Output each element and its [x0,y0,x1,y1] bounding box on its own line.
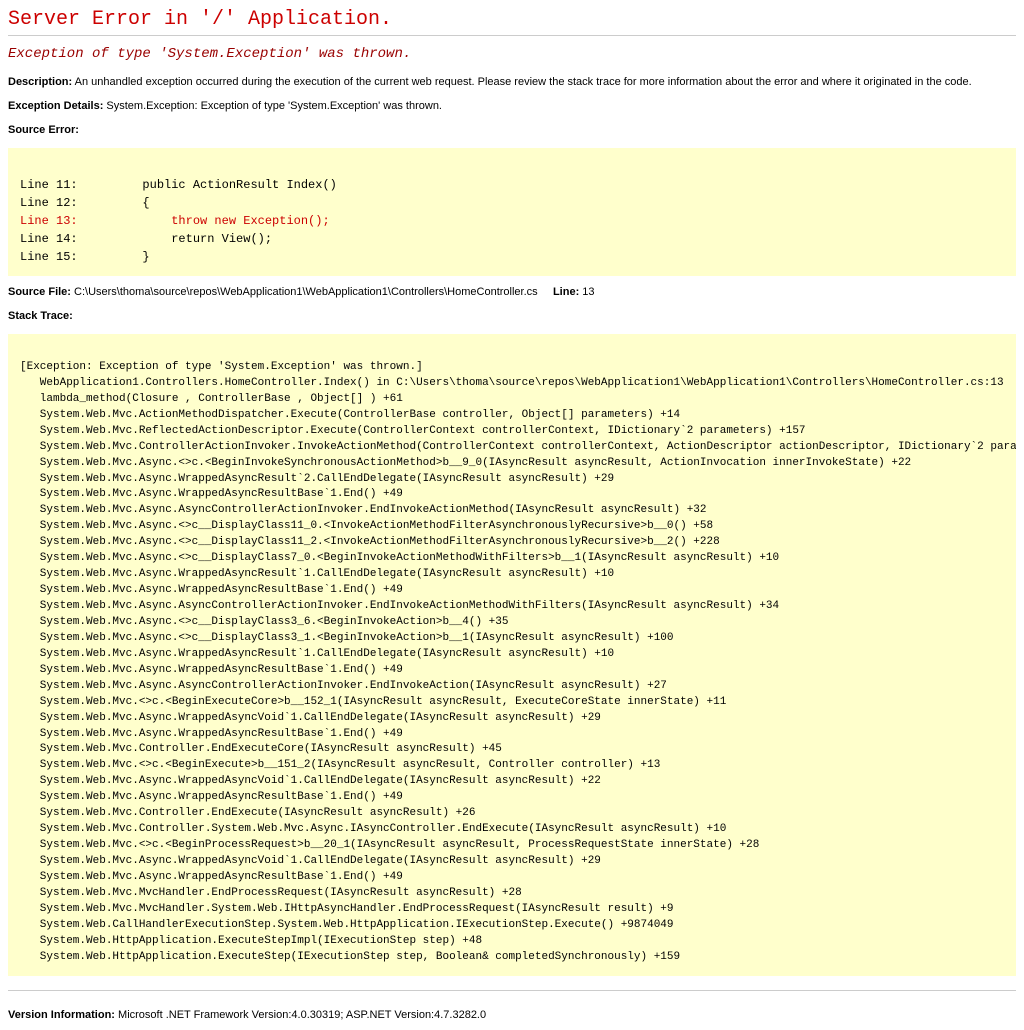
source-file-line: Source File: C:\Users\thoma\source\repos… [8,286,1016,298]
exception-details-section: Exception Details: System.Exception: Exc… [8,100,1016,112]
source-error-code: Line 11: public ActionResult Index() Lin… [8,148,1016,276]
version-info: Version Information: Microsoft .NET Fram… [8,1009,1016,1021]
stack-trace-code: [Exception: Exception of type 'System.Ex… [8,334,1016,976]
exception-details-text: System.Exception: Exception of type 'Sys… [103,100,442,112]
source-post-lines: Line 14: return View(); Line 15: } [20,232,272,264]
source-error-section: Source Error: [8,124,1016,136]
source-error-line: Line 13: throw new Exception(); [20,214,330,228]
footer-divider [8,990,1016,991]
page-title: Server Error in '/' Application. [8,8,1016,31]
description-label: Description: [8,76,72,88]
source-file-label: Source File: [8,286,71,298]
description-section: Description: An unhandled exception occu… [8,76,1016,88]
version-info-text: Microsoft .NET Framework Version:4.0.303… [115,1009,486,1021]
header-divider [8,35,1016,36]
stack-trace-section: Stack Trace: [8,310,1016,322]
version-info-label: Version Information: [8,1009,115,1021]
line-label: Line: [553,286,579,298]
stack-trace-label: Stack Trace: [8,310,73,322]
source-pre-lines: Line 11: public ActionResult Index() Lin… [20,178,337,210]
exception-details-label: Exception Details: [8,100,103,112]
line-number: 13 [579,286,594,298]
source-file-path: C:\Users\thoma\source\repos\WebApplicati… [71,286,538,298]
description-text: An unhandled exception occurred during t… [72,76,971,88]
source-error-label: Source Error: [8,124,79,136]
exception-message: Exception of type 'System.Exception' was… [8,46,1016,62]
